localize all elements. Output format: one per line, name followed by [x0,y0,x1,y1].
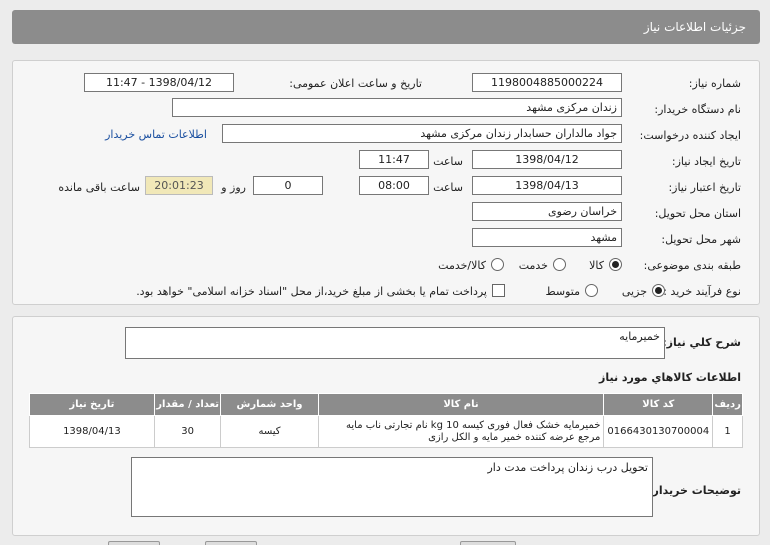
validity-time-field[interactable]: 08:00 [359,176,429,195]
remaining-days-field[interactable]: 0 [253,176,323,195]
goods-table: ردیف کد کالا نام کالا واحد شمارش تعداد /… [29,393,743,448]
col-date: تاریخ نیاز [29,393,155,416]
footer-button-3[interactable] [460,541,516,545]
buyer-contact-link[interactable]: اطلاعات تماس خریدار [105,128,207,141]
cell-row: 1 [712,415,743,448]
announce-field[interactable]: 1398/04/12 - 11:47 [84,73,234,92]
created-date-label: تاریخ ایجاد نیاز: [671,155,741,168]
category-service-radio[interactable] [553,258,566,271]
footer-button-2[interactable] [205,541,257,545]
category-service-label: خدمت [518,259,548,272]
buyer-notes-label: توضیحات خریدار: [648,484,741,497]
category-goods-service-label: کالا/خدمت [438,259,486,272]
col-qty: تعداد / مقدار [153,393,222,416]
remaining-time-field: 20:01:23 [145,176,213,195]
page-title: جزئیات اطلاعات نیاز [643,20,746,34]
cell-code: 0166430130700004 [603,415,714,448]
created-time-field[interactable]: 11:47 [359,150,429,169]
col-row: ردیف [712,393,743,416]
process-minor-radio[interactable] [652,284,665,297]
col-unit: واحد شمارش [220,393,319,416]
footer-button-1[interactable] [108,541,160,545]
cell-date: 1398/04/13 [29,415,155,448]
city-label: شهر محل تحویل: [661,233,741,246]
summary-field[interactable]: خمیرمایه [125,327,665,359]
cell-unit: کیسه [220,415,319,448]
validity-time-label: ساعت [433,181,463,194]
buyer-notes-field[interactable]: تحویل درب زندان پرداخت مدت دار [131,457,653,517]
validity-date-label: تاریخ اعتبار نیاز: [668,181,741,194]
category-goods-service-radio[interactable] [491,258,504,271]
goods-section-title: اطلاعات كالاهاي مورد نياز [599,371,741,384]
category-label: طبقه بندی موضوعی: [643,259,741,272]
remaining-days-label: روز و [221,181,246,194]
process-medium-radio[interactable] [585,284,598,297]
cell-name: خمیرمایه خشک فعال فوری کیسه kg 10 نام تج… [317,415,605,448]
created-date-field[interactable]: 1398/04/12 [472,150,622,169]
need-info-panel: شماره نیاز: 1198004885000224 تاریخ و ساع… [12,60,760,305]
treasury-note: پرداخت تمام یا بخشی از مبلغ خرید،از محل … [136,285,487,298]
buyer-org-label: نام دستگاه خریدار: [654,103,741,116]
treasury-checkbox[interactable] [492,284,505,297]
remaining-time-label: ساعت باقی مانده [58,181,140,194]
requester-field[interactable]: جواد مالداران حسابدار زندان مرکزی مشهد [222,124,622,143]
summary-label: شرح كلي نياز: [662,336,741,349]
announce-label: تاریخ و ساعت اعلان عمومی: [289,77,422,90]
need-number-field[interactable]: 1198004885000224 [472,73,622,92]
requester-label: ایجاد کننده درخواست: [639,129,741,142]
table-row[interactable]: 1 0166430130700004 خمیرمایه خشک فعال فور… [29,415,743,448]
province-label: استان محل تحویل: [654,207,741,220]
process-medium-label: متوسط [545,285,580,298]
validity-date-field[interactable]: 1398/04/13 [472,176,622,195]
process-minor-label: جزیی [621,285,647,298]
goods-panel: شرح كلي نياز: خمیرمایه اطلاعات كالاهاي م… [12,316,760,536]
col-name: نام کالا [317,393,605,416]
cell-qty: 30 [153,415,222,448]
goods-table-header: ردیف کد کالا نام کالا واحد شمارش تعداد /… [29,393,743,416]
col-code: کد کالا [603,393,714,416]
city-field[interactable]: مشهد [472,228,622,247]
category-goods-label: کالا [589,259,604,272]
province-field[interactable]: خراسان رضوی [472,202,622,221]
created-time-label: ساعت [433,155,463,168]
need-number-label: شماره نیاز: [688,77,741,90]
page-header: جزئیات اطلاعات نیاز [12,10,760,44]
process-label: نوع فرآیند خرید : [663,285,741,298]
category-goods-radio[interactable] [609,258,622,271]
buyer-org-field[interactable]: زندان مرکزی مشهد [172,98,622,117]
